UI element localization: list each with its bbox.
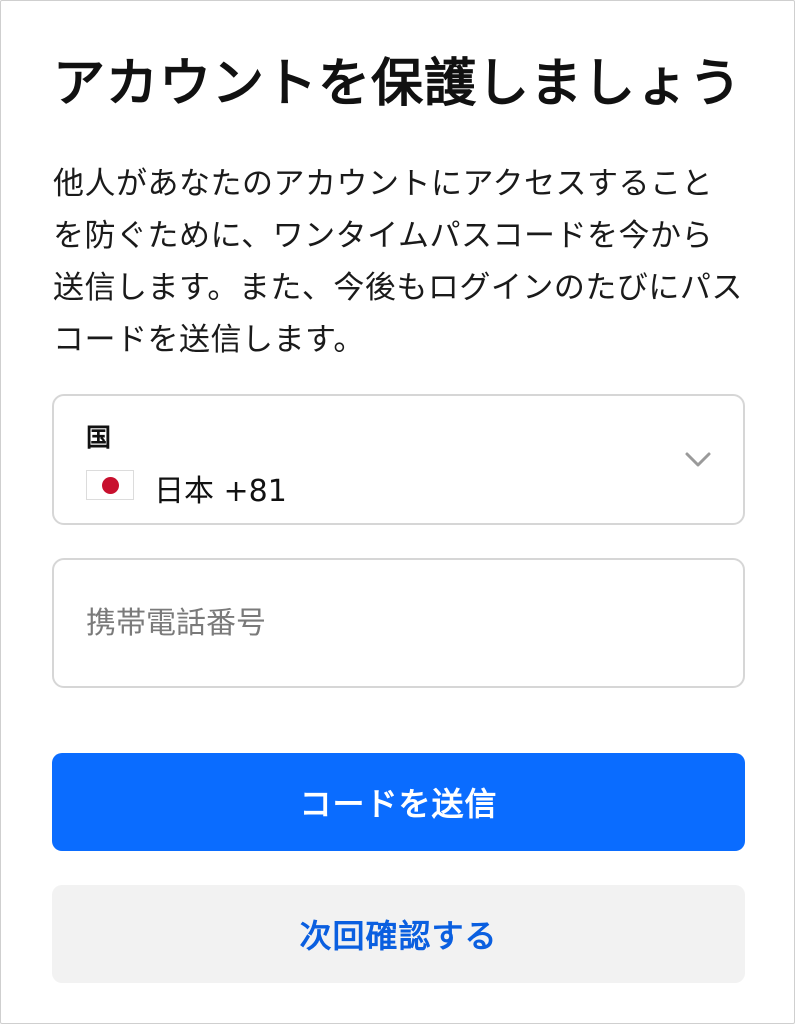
country-label: 国 (86, 423, 112, 452)
flag-red-disc (101, 476, 119, 494)
phone-number-input[interactable] (54, 560, 743, 686)
description-text: 他人があなたのアカウントにアクセスすることを防ぐために、ワンタイムパスコードを今… (53, 166, 743, 358)
verify-later-button[interactable]: 次回確認する (52, 885, 745, 983)
japan-flag-icon (86, 470, 134, 500)
phone-field-container (52, 558, 745, 688)
country-value: 日本 +81 (154, 474, 287, 509)
page-title: アカウントを保護しましょう (53, 54, 743, 114)
dialog-frame: アカウントを保護しましょう 他人があなたのアカウントにアクセスすることを防ぐため… (0, 0, 795, 1024)
country-selector[interactable]: 国 日本 +81 (52, 394, 745, 525)
send-code-button[interactable]: コードを送信 (52, 753, 745, 851)
chevron-down-icon[interactable] (683, 444, 713, 474)
